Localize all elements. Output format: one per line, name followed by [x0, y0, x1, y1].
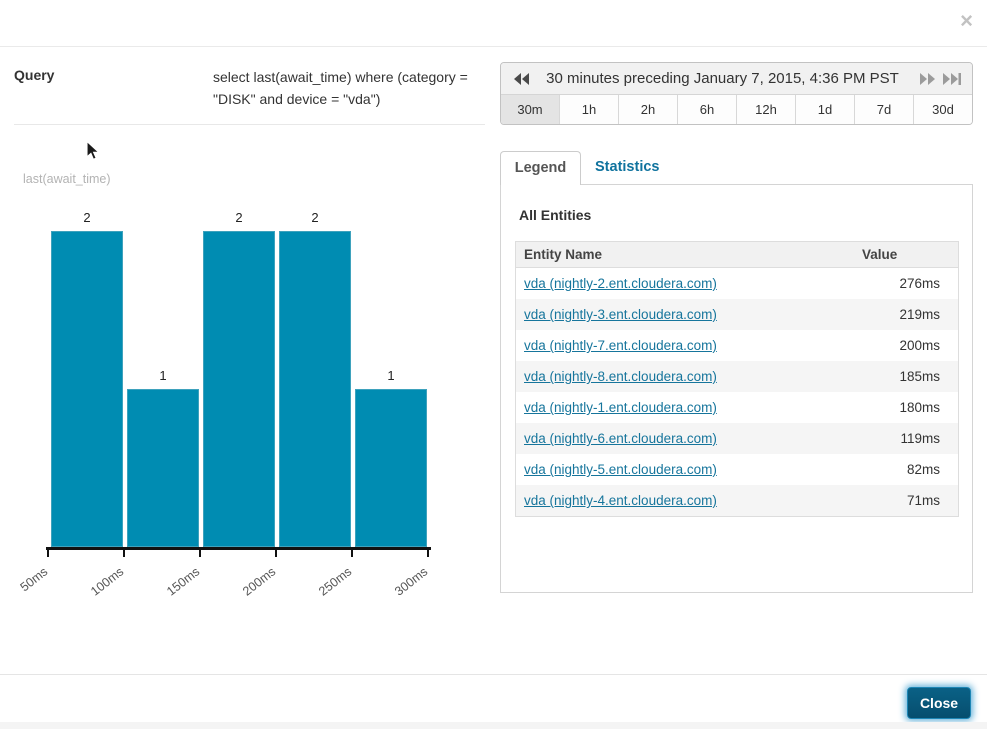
table-header-row: Entity Name Value	[516, 242, 958, 268]
close-button[interactable]: Close	[907, 687, 971, 719]
entity-value: 180ms	[844, 400, 958, 415]
bar-value-label: 2	[51, 210, 123, 226]
entity-link[interactable]: vda (nightly-4.ent.cloudera.com)	[516, 493, 844, 508]
entity-link[interactable]: vda (nightly-2.ent.cloudera.com)	[516, 276, 844, 291]
table-row: vda (nightly-8.ent.cloudera.com)185ms	[516, 361, 958, 392]
entity-link[interactable]: vda (nightly-5.ent.cloudera.com)	[516, 462, 844, 477]
histogram: 2122150ms100ms150ms200ms250ms300ms	[46, 211, 476, 596]
legend-panel: All Entities Entity Name Value vda (nigh…	[500, 184, 973, 593]
bar-value-label: 1	[355, 368, 427, 384]
axis-tick-label: 50ms	[0, 564, 50, 619]
range-button-6h[interactable]: 6h	[678, 95, 737, 125]
table-row: vda (nightly-4.ent.cloudera.com)71ms	[516, 485, 958, 516]
time-range-selector: 30 minutes preceding January 7, 2015, 4:…	[500, 62, 973, 125]
fast-forward-icon[interactable]	[919, 73, 936, 85]
range-button-30m[interactable]: 30m	[501, 95, 560, 125]
histogram-bar[interactable]	[203, 231, 275, 547]
entity-value: 219ms	[844, 307, 958, 322]
time-range-header: 30 minutes preceding January 7, 2015, 4:…	[501, 63, 972, 95]
page-background-strip	[0, 722, 987, 729]
entity-link[interactable]: vda (nightly-7.ent.cloudera.com)	[516, 338, 844, 353]
table-row: vda (nightly-7.ent.cloudera.com)200ms	[516, 330, 958, 361]
axis-tick	[199, 547, 201, 557]
column-header-value[interactable]: Value	[862, 247, 958, 262]
entity-value: 82ms	[844, 462, 958, 477]
range-button-7d[interactable]: 7d	[855, 95, 914, 125]
axis-tick-label: 300ms	[365, 564, 430, 619]
range-button-1h[interactable]: 1h	[560, 95, 619, 125]
axis-tick-label: 150ms	[137, 564, 202, 619]
axis-tick	[123, 547, 125, 557]
axis-tick-label: 200ms	[213, 564, 278, 619]
entity-link[interactable]: vda (nightly-1.ent.cloudera.com)	[516, 400, 844, 415]
close-icon[interactable]: ×	[960, 7, 973, 35]
query-text: select last(await_time) where (category …	[213, 66, 495, 110]
table-row: vda (nightly-3.ent.cloudera.com)219ms	[516, 299, 958, 330]
table-row: vda (nightly-5.ent.cloudera.com)82ms	[516, 454, 958, 485]
entity-value: 276ms	[844, 276, 958, 291]
range-button-30d[interactable]: 30d	[914, 95, 972, 125]
legend-table-body: vda (nightly-2.ent.cloudera.com)276msvda…	[516, 268, 958, 516]
axis-tick	[351, 547, 353, 557]
tab-legend[interactable]: Legend	[500, 151, 581, 185]
table-row: vda (nightly-6.ent.cloudera.com)119ms	[516, 423, 958, 454]
time-range-title: 30 minutes preceding January 7, 2015, 4:…	[537, 63, 908, 95]
all-entities-heading: All Entities	[519, 207, 591, 223]
range-button-12h[interactable]: 12h	[737, 95, 796, 125]
entity-value: 200ms	[844, 338, 958, 353]
axis-tick	[275, 547, 277, 557]
x-axis-line	[46, 547, 431, 550]
mouse-cursor	[86, 141, 101, 161]
bar-value-label: 2	[279, 210, 351, 226]
axis-tick-label: 250ms	[289, 564, 354, 619]
histogram-bar[interactable]	[355, 389, 427, 547]
histogram-bar[interactable]	[127, 389, 199, 547]
bar-value-label: 1	[127, 368, 199, 384]
range-button-2h[interactable]: 2h	[619, 95, 678, 125]
entity-link[interactable]: vda (nightly-6.ent.cloudera.com)	[516, 431, 844, 446]
entity-value: 119ms	[844, 431, 958, 446]
bar-value-label: 2	[203, 210, 275, 226]
histogram-bar[interactable]	[279, 231, 351, 547]
chart-title: last(await_time)	[23, 172, 111, 186]
table-row: vda (nightly-1.ent.cloudera.com)180ms	[516, 392, 958, 423]
legend-table: Entity Name Value vda (nightly-2.ent.clo…	[515, 241, 959, 517]
value-header-label: Value	[862, 247, 897, 262]
histogram-bar[interactable]	[51, 231, 123, 547]
entity-link[interactable]: vda (nightly-8.ent.cloudera.com)	[516, 369, 844, 384]
axis-tick	[47, 547, 49, 557]
entity-value: 185ms	[844, 369, 958, 384]
axis-tick	[427, 547, 429, 557]
range-button-1d[interactable]: 1d	[796, 95, 855, 125]
modal-header: ×	[0, 0, 987, 47]
axis-tick-label: 100ms	[61, 564, 126, 619]
rewind-icon[interactable]	[513, 73, 530, 85]
entity-link[interactable]: vda (nightly-3.ent.cloudera.com)	[516, 307, 844, 322]
query-label: Query	[14, 67, 54, 83]
divider	[14, 124, 485, 125]
tab-statistics[interactable]: Statistics	[595, 151, 659, 185]
entity-value: 71ms	[844, 493, 958, 508]
table-row: vda (nightly-2.ent.cloudera.com)276ms	[516, 268, 958, 299]
skip-to-latest-icon[interactable]	[942, 73, 962, 85]
chart-detail-modal: × Query select last(await_time) where (c…	[0, 0, 987, 729]
footer-divider	[0, 674, 987, 675]
column-header-entity-name: Entity Name	[516, 247, 862, 262]
time-range-buttons: 30m1h2h6h12h1d7d30d	[501, 95, 972, 125]
